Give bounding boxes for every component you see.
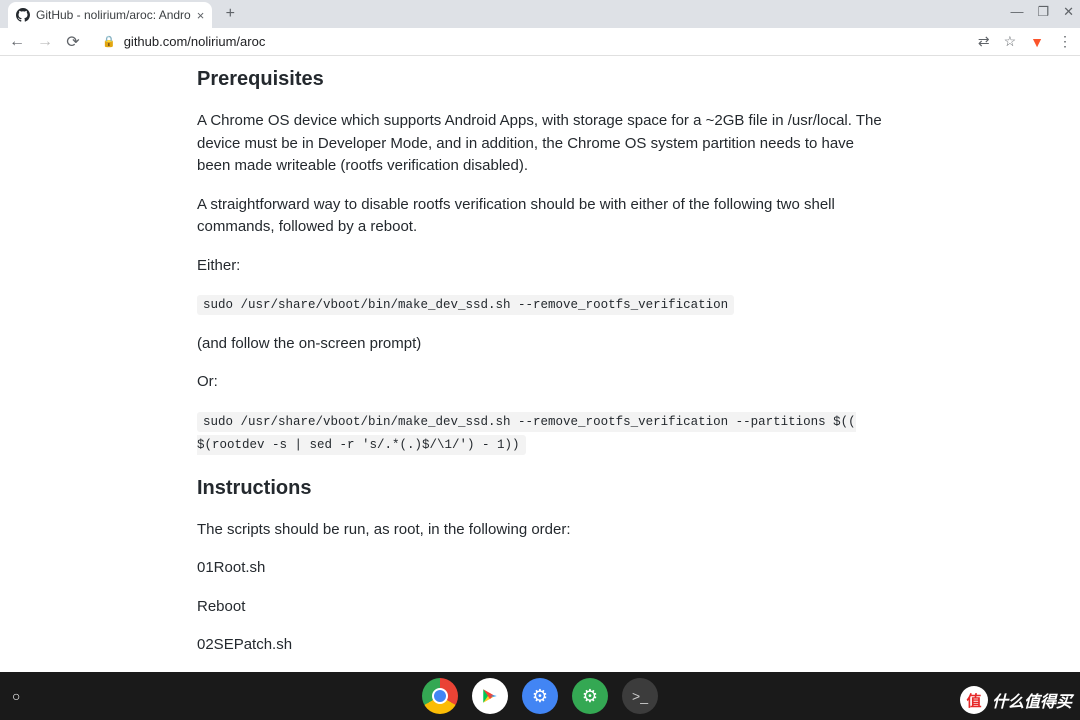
or-label: Or: [197,371,883,394]
chrome-app-icon[interactable] [422,678,458,714]
follow-prompt-text: (and follow the on-screen prompt) [197,333,883,356]
maximize-icon[interactable]: ❐ [1037,4,1049,20]
tab-strip: GitHub - nolirium/aroc: Andro × + [0,0,1080,28]
terminal-icon[interactable]: >_ [622,678,658,714]
settings-green-icon[interactable]: ⚙ [572,678,608,714]
url-text: github.com/nolirium/aroc [124,34,266,49]
prereq-text-1: A Chrome OS device which supports Androi… [197,110,883,178]
step-01root: 01Root.sh [197,557,883,580]
prereq-text-2: A straightforward way to disable rootfs … [197,194,883,239]
toolbar-right: ⇄ ☆ ▼ ⋮ [978,33,1072,50]
browser-chrome: GitHub - nolirium/aroc: Andro × + — ❐ ✕ … [0,0,1080,56]
close-tab-icon[interactable]: × [197,8,205,23]
brave-shield-icon[interactable]: ▼ [1030,34,1044,50]
minimize-icon[interactable]: — [1010,4,1023,20]
step-reboot-1: Reboot [197,596,883,619]
either-label: Either: [197,255,883,278]
window-controls: — ❐ ✕ [1010,4,1074,20]
github-favicon-icon [16,8,30,22]
browser-tab[interactable]: GitHub - nolirium/aroc: Andro × [8,2,212,28]
code-block-2[interactable]: sudo /usr/share/vboot/bin/make_dev_ssd.s… [197,412,856,456]
settings-blue-icon[interactable]: ⚙ [522,678,558,714]
translate-icon[interactable]: ⇄ [978,33,990,50]
play-store-icon[interactable] [472,678,508,714]
smzdm-logo-icon: 值 [960,686,988,714]
lock-icon: 🔒 [102,35,116,48]
chromeos-shelf: ○ ⚙ ⚙ >_ [0,672,1080,720]
browser-toolbar: ← → ⟳ 🔒 github.com/nolirium/aroc ⇄ ☆ ▼ ⋮ [0,28,1080,56]
tab-title: GitHub - nolirium/aroc: Andro [36,8,191,22]
new-tab-button[interactable]: + [218,2,242,26]
readme-body: Prerequisites A Chrome OS device which s… [181,64,899,672]
instructions-heading: Instructions [197,473,883,503]
step-02sepatch: 02SEPatch.sh [197,634,883,657]
menu-icon[interactable]: ⋮ [1058,33,1072,50]
address-bar[interactable]: 🔒 github.com/nolirium/aroc [92,34,968,49]
launcher-button[interactable]: ○ [12,688,20,704]
code-block-1[interactable]: sudo /usr/share/vboot/bin/make_dev_ssd.s… [197,295,734,315]
close-window-icon[interactable]: ✕ [1063,4,1074,20]
page-content: Prerequisites A Chrome OS device which s… [0,56,1080,672]
bookmark-star-icon[interactable]: ☆ [1004,33,1017,50]
back-button[interactable]: ← [8,33,26,51]
smzdm-watermark: 值 什么值得买 [960,686,1072,714]
forward-button[interactable]: → [36,33,54,51]
reload-button[interactable]: ⟳ [64,32,82,52]
smzdm-text: 什么值得买 [992,688,1072,712]
instructions-intro: The scripts should be run, as root, in t… [197,519,883,542]
prerequisites-heading: Prerequisites [197,64,883,94]
